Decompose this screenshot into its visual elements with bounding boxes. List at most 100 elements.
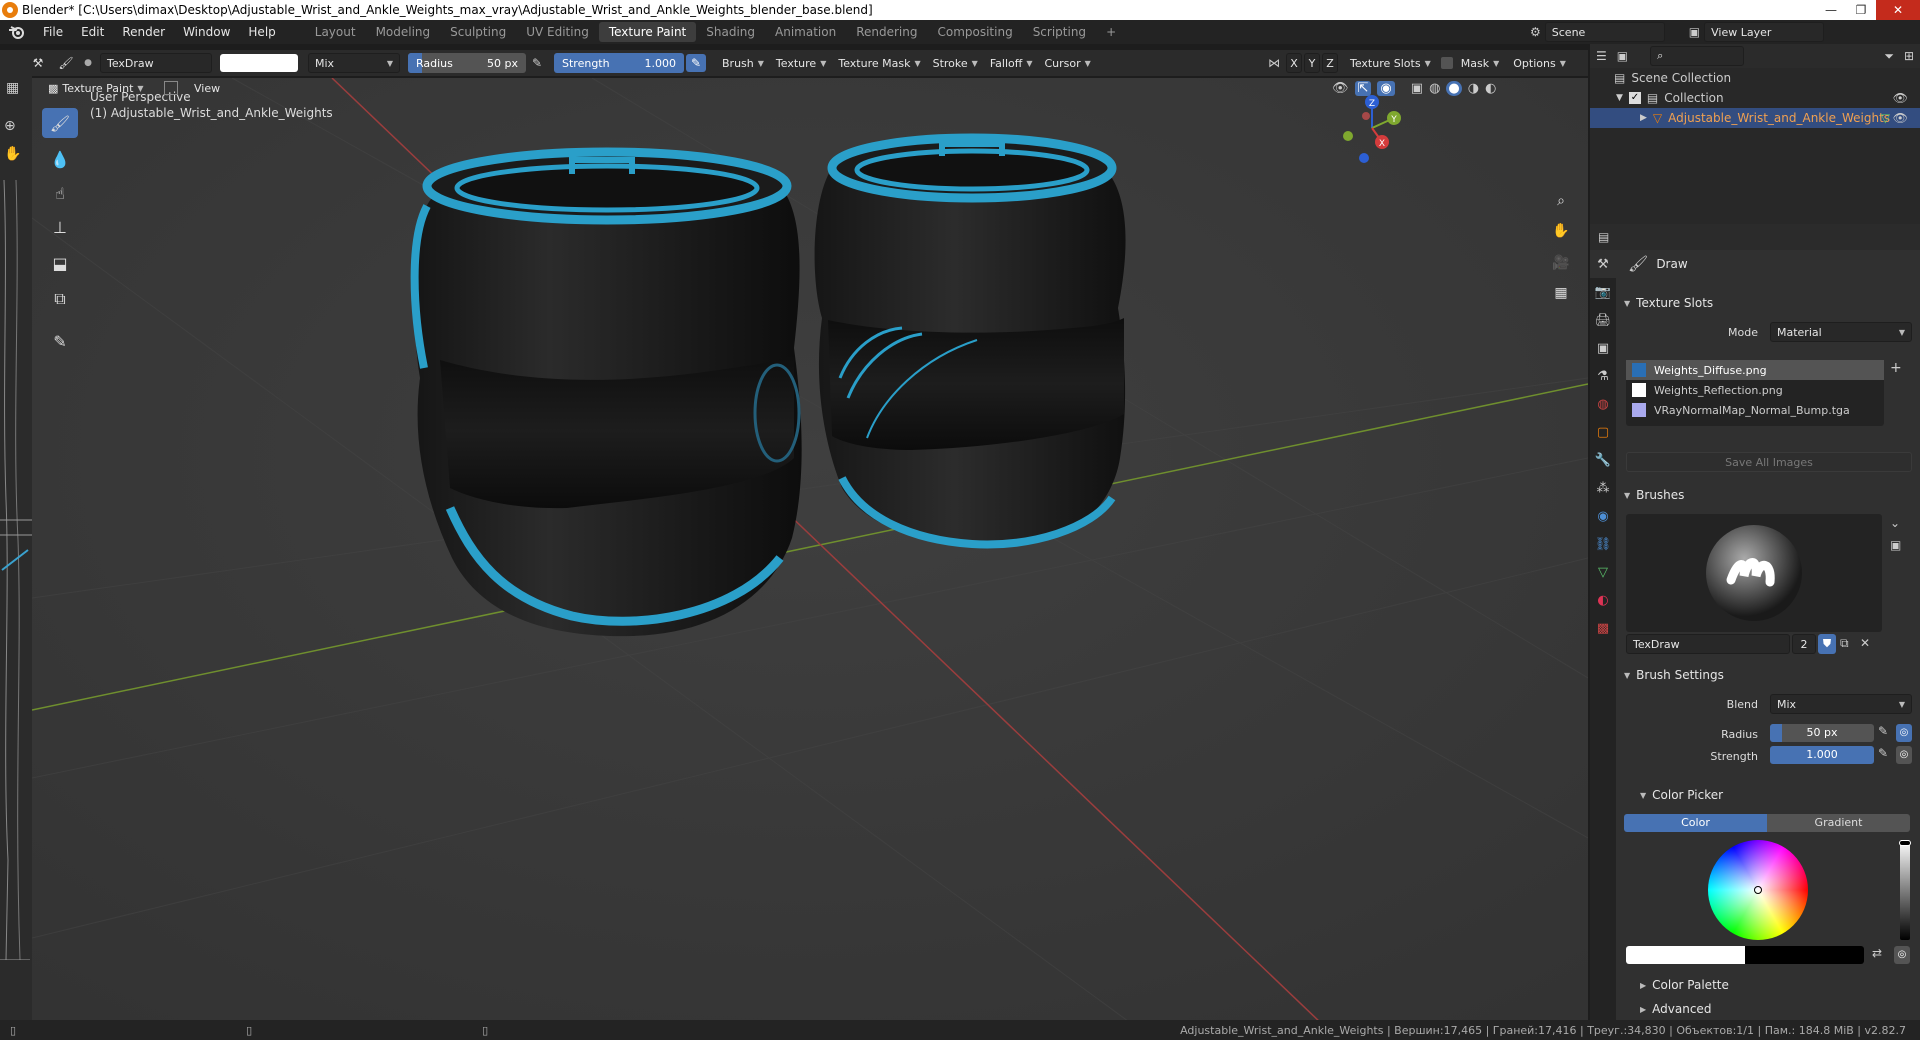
annotate-tool-icon[interactable]: ✎ <box>42 326 78 356</box>
tab-uv-editing[interactable]: UV Editing <box>516 22 599 42</box>
texture-tab-icon[interactable]: ▩ <box>1590 614 1616 642</box>
physics-tab-icon[interactable]: ◉ <box>1590 502 1616 530</box>
tab-compositing[interactable]: Compositing <box>927 22 1022 42</box>
brush-menu[interactable]: Brush ▼ <box>716 57 770 70</box>
constraints-tab-icon[interactable]: ⛓ <box>1590 530 1616 558</box>
value-slider[interactable] <box>1899 840 1911 940</box>
fake-user-shield-icon[interactable]: ⛊ <box>1818 634 1836 654</box>
world-tab-icon[interactable]: ◍ <box>1590 390 1616 418</box>
radius-slider[interactable]: Radius 50 px <box>408 53 526 73</box>
color-wheel[interactable] <box>1708 840 1808 940</box>
new-collection-icon[interactable]: ⊞ <box>1904 49 1914 63</box>
add-workspace-button[interactable]: + <box>1096 22 1126 42</box>
data-tab-icon[interactable]: ▽ <box>1590 558 1616 586</box>
hand-pan-icon[interactable]: ✋ <box>1548 218 1574 244</box>
texture-slots-panel-header[interactable]: ▼ Texture Slots <box>1620 292 1914 314</box>
maximize-button[interactable]: ❐ <box>1846 0 1876 20</box>
texture-slots-menu[interactable]: Texture Slots ▼ <box>1344 57 1437 70</box>
pan-view-icon[interactable]: ✋ <box>4 146 21 162</box>
solid-shading-icon[interactable]: ● <box>1446 80 1462 96</box>
tab-sculpting[interactable]: Sculpting <box>440 22 516 42</box>
visibility-icon[interactable]: 👁 <box>1332 81 1349 96</box>
brush-icon[interactable]: 🖌 <box>52 56 80 70</box>
xray-icon[interactable]: ▣ <box>1411 81 1423 96</box>
close-button[interactable]: ✕ <box>1876 0 1920 20</box>
zoom-icon[interactable]: ⌕ <box>1548 188 1574 214</box>
view-layer-tab-icon[interactable]: ▣ <box>1590 334 1616 362</box>
collection-visibility-icon[interactable]: 👁 <box>1893 91 1908 105</box>
object-tab-icon[interactable]: ▢ <box>1590 418 1616 446</box>
brush-radius-slider[interactable]: 50 px <box>1770 724 1874 742</box>
view-menu[interactable]: View <box>188 82 226 95</box>
add-slot-icon[interactable]: + <box>1890 360 1902 376</box>
menu-window[interactable]: Window <box>174 25 239 39</box>
tab-gradient[interactable]: Gradient <box>1767 814 1910 832</box>
strength-slider[interactable]: Strength 1.000 <box>554 53 684 73</box>
editor-menu-icon[interactable]: ▦ <box>6 80 19 96</box>
fill-tool-icon[interactable]: ⬓ <box>42 248 78 278</box>
3d-viewport[interactable]: User Perspective (1) Adjustable_Wrist_an… <box>32 78 1588 1024</box>
collection-row[interactable]: ▼ ✓ ▤ Collection 👁 <box>1590 88 1920 108</box>
gizmo-toggle-icon[interactable]: ⇱ <box>1354 80 1372 96</box>
expand-collection-icon[interactable]: ▼ <box>1616 93 1623 103</box>
properties-editor-icon[interactable]: ▤ <box>1598 230 1609 244</box>
tool-tab-icon[interactable]: ⚒ <box>1590 250 1616 278</box>
brush-color-swatch[interactable] <box>220 54 298 72</box>
tab-color[interactable]: Color <box>1624 814 1767 832</box>
brush-user-count[interactable]: 2 <box>1792 634 1816 654</box>
cursor-menu[interactable]: Cursor ▼ <box>1038 57 1096 70</box>
options-menu[interactable]: Options ▼ <box>1507 57 1572 70</box>
brush-strength-slider[interactable]: 1.000 <box>1770 746 1874 764</box>
outliner-search-input[interactable]: ⌕ <box>1650 46 1745 66</box>
outliner-display-mode-icon[interactable]: ▣ <box>1617 49 1628 63</box>
blend-mode-dropdown[interactable]: Mix ▼ <box>308 53 400 73</box>
menu-help[interactable]: Help <box>239 25 284 39</box>
brush-image-icon[interactable]: ▣ <box>1890 538 1901 552</box>
mirror-z-toggle[interactable]: Z <box>1322 53 1338 73</box>
minimize-button[interactable]: — <box>1816 0 1846 20</box>
filter-icon[interactable]: ⏷ <box>1884 49 1894 64</box>
texture-slot-item[interactable]: VRayNormalMap_Normal_Bump.tga <box>1626 400 1884 420</box>
mask-tool-icon[interactable]: ⧉ <box>42 284 78 314</box>
mirror-x-toggle[interactable]: X <box>1286 53 1302 73</box>
menu-render[interactable]: Render <box>113 25 174 39</box>
radius-unit-toggle-icon[interactable]: ◎ <box>1896 724 1912 742</box>
unified-color-toggle-icon[interactable]: ◎ <box>1894 946 1910 964</box>
scene-tab-icon[interactable]: ⚗ <box>1590 362 1616 390</box>
strength-pressure-toggle-icon[interactable]: ✎ <box>1878 746 1888 760</box>
radius-pressure-toggle-icon[interactable]: ✎ <box>1878 724 1888 738</box>
draw-tool-icon[interactable]: 🖌 <box>42 108 78 138</box>
brush-name-field[interactable]: TexDraw <box>100 53 212 73</box>
texture-slot-item[interactable]: Weights_Reflection.png <box>1626 380 1884 400</box>
tab-modeling[interactable]: Modeling <box>366 22 441 42</box>
rendered-shading-icon[interactable]: ◐ <box>1485 81 1496 96</box>
collection-checkbox[interactable]: ✓ <box>1628 92 1641 104</box>
strength-pressure-icon[interactable]: ✎ <box>686 54 706 72</box>
strength-unified-toggle-icon[interactable]: ◎ <box>1896 746 1912 764</box>
tab-scripting[interactable]: Scripting <box>1023 22 1096 42</box>
falloff-menu[interactable]: Falloff ▼ <box>984 57 1039 70</box>
view-layer-selector[interactable]: View Layer <box>1704 22 1825 42</box>
particles-tab-icon[interactable]: ⁂ <box>1590 474 1616 502</box>
mask-checkbox[interactable] <box>1440 57 1453 69</box>
mask-menu[interactable]: Mask ▼ <box>1455 57 1506 70</box>
tab-rendering[interactable]: Rendering <box>846 22 927 42</box>
texture-slot-mode-dropdown[interactable]: Material ▼ <box>1770 322 1912 342</box>
zoom-view-icon[interactable]: ⊕ <box>4 118 16 134</box>
swap-colors-icon[interactable]: ⇄ <box>1872 946 1882 960</box>
brush-blend-dropdown[interactable]: Mix ▼ <box>1770 694 1912 714</box>
color-picker-subpanel-header[interactable]: ▼ Color Picker <box>1636 784 1920 806</box>
fake-user-icon[interactable]: ● <box>80 58 96 68</box>
tab-animation[interactable]: Animation <box>765 22 846 42</box>
tab-layout[interactable]: Layout <box>305 22 366 42</box>
mirror-y-toggle[interactable]: Y <box>1304 53 1320 73</box>
duplicate-brush-icon[interactable]: ⧉ <box>1840 636 1849 651</box>
brush-datablock-name[interactable]: TexDraw <box>1626 634 1790 654</box>
overlay-toggle-icon[interactable]: ◉ <box>1377 80 1395 96</box>
soften-tool-icon[interactable]: 💧 <box>42 144 78 174</box>
texture-slot-item[interactable]: Weights_Diffuse.png <box>1626 360 1884 380</box>
brush-list-dropdown-icon[interactable]: ⌄ <box>1890 516 1900 530</box>
brushes-panel-header[interactable]: ▼ Brushes <box>1620 484 1914 506</box>
wireframe-shading-icon[interactable]: ◍ <box>1429 81 1440 96</box>
clone-tool-icon[interactable]: ⊥ <box>42 212 78 242</box>
